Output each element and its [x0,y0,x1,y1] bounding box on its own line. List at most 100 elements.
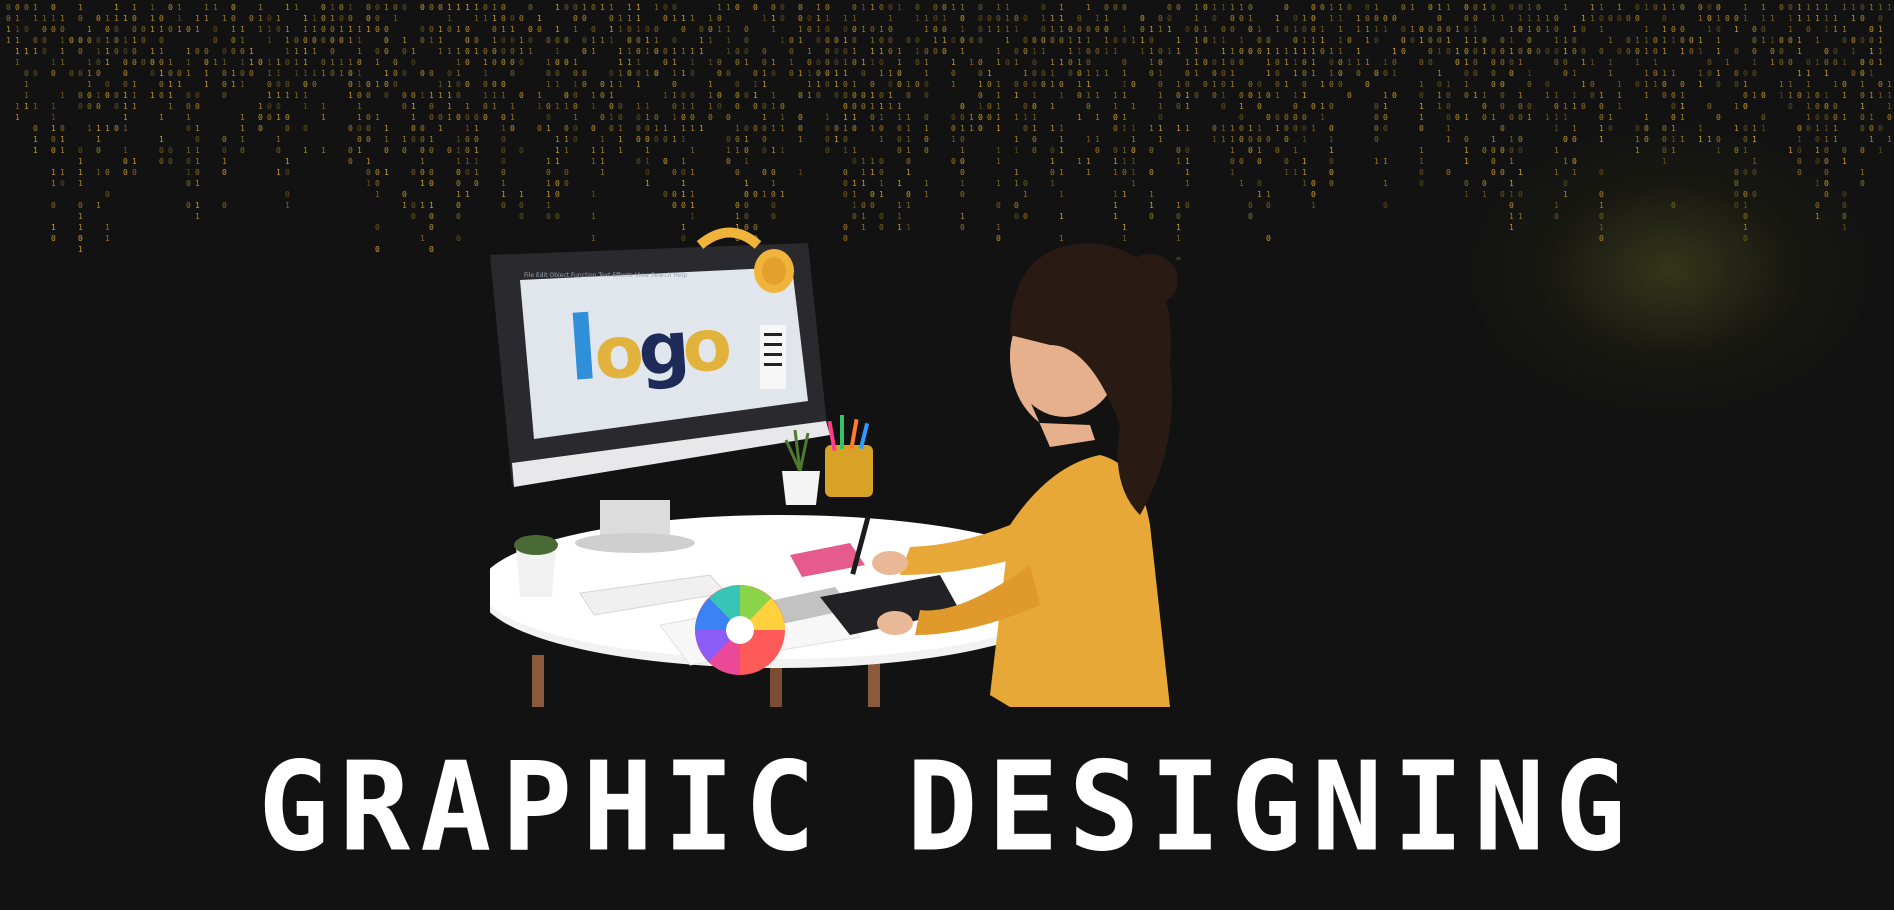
binary-digit: 0 [78,36,83,45]
binary-digit: 0 [1104,25,1109,34]
binary-digit: 1 [1320,80,1325,89]
binary-digit: 0 [987,102,992,111]
binary-digit: 1 [420,234,425,243]
binary-digit: 0 [1464,3,1469,12]
binary-digit: 0 [285,80,290,89]
binary-digit: 0 [87,102,92,111]
binary-digit: 1 [1032,47,1037,56]
binary-digit: 0 [1707,3,1712,12]
binary-digit: 1 [1221,91,1226,100]
binary-digit: 0 [1095,25,1100,34]
binary-digit: 1 [258,102,263,111]
binary-digit: 0 [834,91,839,100]
binary-digit: 0 [726,135,731,144]
binary-digit: 0 [1635,3,1640,12]
binary-digit: 1 [1293,146,1298,155]
binary-digit: 0 [735,80,740,89]
binary-digit: 0 [1563,179,1568,188]
binary-digit: 0 [456,212,461,221]
binary-digit: 0 [1176,91,1181,100]
binary-digit: 0 [276,25,281,34]
binary-digit: 1 [1284,47,1289,56]
binary-digit: 1 [150,14,155,23]
binary-digit: 0 [1743,190,1748,199]
binary-digit: 0 [681,201,686,210]
binary-digit: 0 [1725,14,1730,23]
binary-digit: 1 [33,3,38,12]
binary-digit: 1 [1293,69,1298,78]
binary-digit: 0 [843,25,848,34]
binary-digit: 1 [438,124,443,133]
binary-digit: 1 [1824,135,1829,144]
binary-digit: 1 [330,14,335,23]
binary-digit: 1 [87,124,92,133]
binary-digit: 0 [348,80,353,89]
binary-digit: 0 [501,135,506,144]
binary-digit: 1 [465,157,470,166]
binary-digit: 1 [1680,113,1685,122]
binary-digit: 0 [1365,14,1370,23]
binary-digit: 1 [132,36,137,45]
binary-digit: 1 [60,135,65,144]
binary-digit: 0 [1878,14,1883,23]
binary-digit: 1 [555,102,560,111]
binary-digit: 1 [276,135,281,144]
binary-digit: 1 [1122,146,1127,155]
binary-digit: 0 [663,3,668,12]
binary-digit: 1 [645,179,650,188]
binary-digit: 1 [609,3,614,12]
binary-digit: 1 [987,69,992,78]
binary-digit: 0 [501,168,506,177]
binary-digit: 0 [681,25,686,34]
binary-digit: 0 [555,190,560,199]
binary-digit: 0 [1626,14,1631,23]
binary-digit: 1 [1707,135,1712,144]
binary-digit: 1 [618,47,623,56]
binary-digit: 1 [1293,58,1298,67]
binary-digit: 0 [600,113,605,122]
binary-digit: 1 [969,113,974,122]
binary-digit: 0 [609,124,614,133]
binary-digit: 0 [690,113,695,122]
binary-digit: 1 [60,91,65,100]
binary-digit: 1 [1329,14,1334,23]
binary-digit: 1 [1302,135,1307,144]
binary-digit: 1 [645,47,650,56]
binary-digit: 1 [591,190,596,199]
binary-digit: 0 [672,190,677,199]
binary-digit: 1 [96,47,101,56]
binary-digit: 0 [843,168,848,177]
binary-digit: 0 [546,69,551,78]
binary-digit: 1 [618,135,623,144]
binary-digit: 0 [1374,135,1379,144]
binary-digit: 0 [1590,91,1595,100]
binary-digit: 1 [798,69,803,78]
color-wheel-icon [695,585,785,675]
binary-digit: 0 [1491,168,1496,177]
binary-digit: 0 [1464,91,1469,100]
binary-digit: 1 [1806,80,1811,89]
binary-digit: 0 [1230,58,1235,67]
binary-digit: 1 [1707,25,1712,34]
binary-digit: 1 [1086,168,1091,177]
binary-digit: 0 [1302,58,1307,67]
binary-digit: 1 [1077,80,1082,89]
binary-digit: 1 [879,135,884,144]
binary-digit: 1 [1050,58,1055,67]
binary-digit: 0 [1698,3,1703,12]
binary-digit: 1 [1509,47,1514,56]
screen-logo-o2: o [679,302,734,389]
binary-digit: 1 [1617,102,1622,111]
binary-digit: 0 [1392,91,1397,100]
binary-digit: 1 [1770,14,1775,23]
binary-digit: 0 [1464,14,1469,23]
binary-digit: 1 [672,91,677,100]
binary-digit: 0 [681,113,686,122]
binary-digit: 0 [546,168,551,177]
binary-digit: 1 [51,168,56,177]
binary-digit: 1 [1482,3,1487,12]
binary-digit: 0 [1680,80,1685,89]
binary-digit: 0 [429,223,434,232]
binary-digit: 1 [708,91,713,100]
binary-digit: 1 [1329,3,1334,12]
